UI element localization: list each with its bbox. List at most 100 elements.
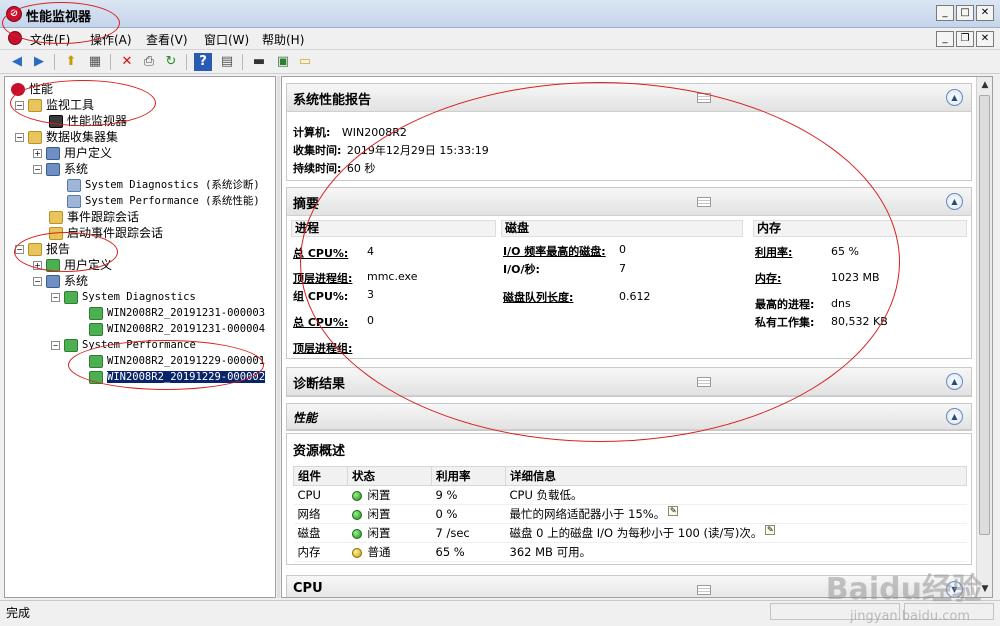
expand-icon[interactable]: + [33,261,42,270]
doc-minimize-button[interactable]: _ [936,31,954,47]
tree-startup-trace-sessions[interactable]: 启动事件跟踪会话 [49,225,163,241]
perf-monitor-app-icon: ⊘ [6,6,22,22]
tree-diag-report-2[interactable]: WIN2008R2_20191231-000004 [89,321,265,337]
tree-system[interactable]: − 系统 [33,161,88,177]
tree-reports-system[interactable]: − 系统 [33,273,88,289]
tree-perf-report-1[interactable]: WIN2008R2_20191229-000001 [89,353,265,369]
tree-reports[interactable]: − 报告 [15,241,70,257]
collapse-icon[interactable]: − [51,292,60,302]
tree-monitoring-tools[interactable]: − 监视工具 [15,97,94,113]
delete-icon[interactable]: ✕ [118,53,136,71]
window-controls: _ □ ✕ [936,5,994,21]
monitor-icon[interactable]: ▬ [250,53,268,71]
total-cpu-label[interactable]: 总 CPU%: [293,247,348,260]
tree-perf-monitor[interactable]: 性能监视器 [49,113,127,129]
menu-file[interactable]: 文件(F) [30,31,70,48]
tree-system-diagnostics[interactable]: System Diagnostics (系统诊断) [67,177,260,193]
system-icon [46,275,60,288]
collected-label: 收集时间: [293,144,342,157]
top-group2-label[interactable]: 顶层进程组: [293,342,352,355]
refresh-icon[interactable]: ↻ [162,53,180,71]
toolbar-separator [242,54,243,70]
help-icon[interactable]: ? [194,53,212,71]
collapse-up-icon[interactable]: ▲ [946,193,963,210]
tree-reports-system-diagnostics[interactable]: − System Diagnostics [51,289,196,305]
document-icon[interactable] [8,31,22,45]
group-cpu-row: 组 CPU%: [293,288,348,304]
section-header[interactable]: 性能 ▲ [287,404,971,430]
expand-icon[interactable]: + [33,149,42,158]
collapse-icon[interactable]: − [15,245,24,254]
back-icon[interactable]: ◀ [8,53,26,71]
tree-reports-system-performance[interactable]: − System Performance [51,337,196,353]
tree-label: System Performance (系统性能) [85,195,260,207]
collapse-up-icon[interactable]: ▲ [946,89,963,106]
show-hide-tree-icon[interactable]: ▦ [86,53,104,71]
forward-icon[interactable]: ▶ [30,53,48,71]
top-process-label: 最高的进程: [755,298,815,311]
users-icon [46,147,60,160]
table-view-icon[interactable] [697,93,711,103]
collapse-up-icon[interactable]: ▲ [946,373,963,390]
collapse-icon[interactable]: − [33,165,42,174]
doc-close-button[interactable]: ✕ [976,31,994,47]
collapse-icon[interactable]: − [33,277,42,286]
tree-label: System Performance [82,339,196,351]
collapse-icon[interactable]: − [51,340,60,350]
folder-icon[interactable]: ▭ [296,53,314,71]
table-view-icon[interactable] [697,585,711,595]
mem-label[interactable]: 内存: [755,272,781,285]
table-view-icon[interactable] [697,197,711,207]
pane-splitter[interactable] [277,76,280,598]
vertical-scrollbar[interactable]: ▲ ▼ [976,77,992,597]
window-title: 性能监视器 [26,10,92,25]
tree-user-defined[interactable]: + 用户定义 [33,145,112,161]
table-view-icon[interactable] [697,377,711,387]
status-yellow-icon [351,547,362,558]
menu-window[interactable]: 窗口(W) [204,31,249,48]
detail-text: 最忙的网络适配器小于 15%。 [509,507,666,521]
tree-system-performance[interactable]: System Performance (系统性能) [67,193,260,209]
close-button[interactable]: ✕ [976,5,994,21]
doc-restore-button[interactable]: ❐ [956,31,974,47]
menu-help[interactable]: 帮助(H) [262,31,304,48]
collector-set-icon [67,194,81,208]
new-report-icon[interactable]: ▣ [274,53,292,71]
collapse-icon[interactable]: − [15,133,24,142]
menu-view[interactable]: 查看(V) [146,31,188,48]
report-icon [89,370,103,384]
table-header-row: 组件 状态 利用率 详细信息 [293,466,967,486]
performance-section: 性能 ▲ [286,403,972,431]
baidu-watermark: Baidu经验 [825,572,982,607]
disk-queue-label[interactable]: 磁盘队列长度: [503,291,573,304]
minimize-button[interactable]: _ [936,5,954,21]
tree-event-trace-sessions[interactable]: 事件跟踪会话 [49,209,139,225]
tree-data-collector-sets[interactable]: − 数据收集器集 [15,129,118,145]
total-cpu2-label[interactable]: 总 CPU%: [293,316,348,329]
properties-icon[interactable]: ▤ [218,53,236,71]
tree-reports-user-defined[interactable]: + 用户定义 [33,257,112,273]
scrollbar-thumb[interactable] [979,95,990,535]
print-icon[interactable]: ⎙ [140,53,158,71]
menu-action[interactable]: 操作(A) [90,31,132,48]
io-per-sec-value: 7 [619,262,626,275]
collapse-up-icon[interactable]: ▲ [946,408,963,425]
maximize-button[interactable]: □ [956,5,974,21]
report-folder-icon [46,259,60,272]
toolbar-separator [54,54,55,70]
top-group-label[interactable]: 顶层进程组: [293,272,352,285]
scroll-up-icon[interactable]: ▲ [978,78,992,92]
section-header[interactable]: 诊断结果 ▲ [287,368,971,396]
up-icon[interactable]: ⬆ [62,53,80,71]
highest-io-label[interactable]: I/O 频率最高的磁盘: [503,245,606,258]
tree-root-performance[interactable]: 性能 [11,81,53,97]
io-per-sec-label: I/O/秒: [503,263,540,276]
mem-util-label[interactable]: 利用率: [755,246,792,259]
tree-perf-report-2[interactable]: WIN2008R2_20191229-000002 [89,369,266,385]
report-icon [89,322,103,336]
note-icon[interactable]: ✎ [765,525,776,535]
note-icon[interactable]: ✎ [668,506,679,516]
collapse-icon[interactable]: − [15,101,24,110]
top-process-value: dns [831,297,851,310]
tree-diag-report-1[interactable]: WIN2008R2_20191231-000003 [89,305,265,321]
